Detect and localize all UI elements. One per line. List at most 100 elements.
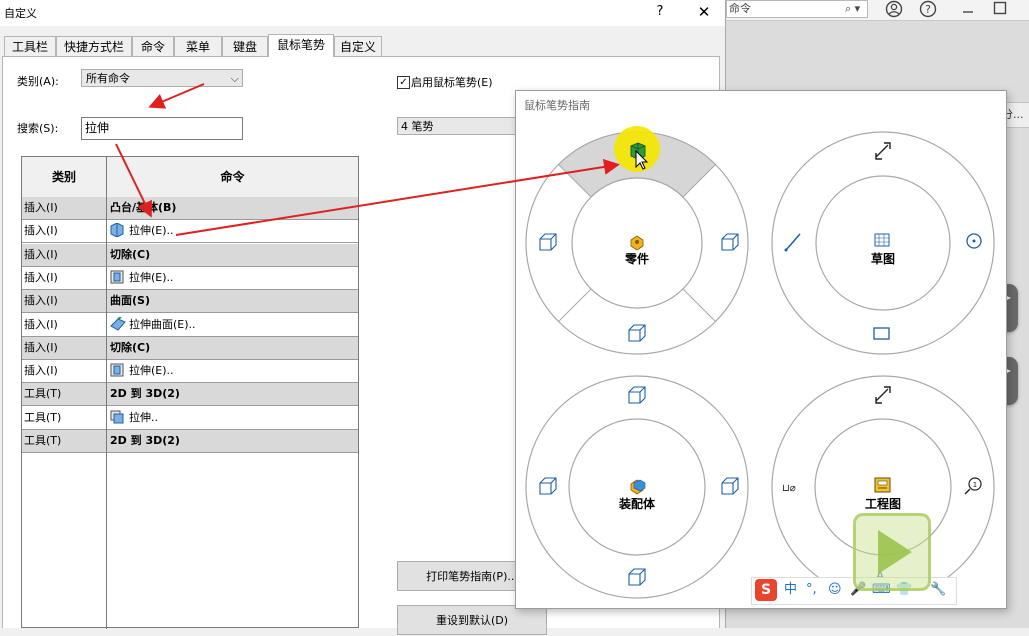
ime-emoji-icon[interactable]: ☺ bbox=[828, 580, 842, 600]
row-command-label: 凸台/基体(B) bbox=[110, 201, 177, 214]
row-command: 2D 到 3D(2) bbox=[110, 430, 180, 452]
maximize-icon[interactable] bbox=[990, 0, 1010, 18]
gesture-guide-title: 鼠标笔势指南 bbox=[524, 99, 590, 112]
row-category: 工具(T) bbox=[24, 410, 62, 424]
background-toolbar: 命令 ⌕ ▾ ? bbox=[726, 0, 1029, 21]
user-icon[interactable] bbox=[884, 0, 904, 18]
view-bottom-icon[interactable] bbox=[628, 568, 646, 586]
row-command: 曲面(S) bbox=[110, 290, 150, 312]
rectangle-icon[interactable] bbox=[873, 327, 890, 340]
tab-mouse-gestures[interactable]: 鼠标笔势 bbox=[268, 34, 334, 57]
extrude-boss-icon bbox=[110, 222, 124, 238]
row-command: 2D 到 3D(2) bbox=[110, 383, 180, 405]
part-wheel-label: 零件 bbox=[624, 251, 649, 266]
category-label: 类别(A): bbox=[17, 75, 59, 88]
video-play-button[interactable] bbox=[853, 513, 931, 591]
table-row[interactable]: 插入(I) 拉伸(E).. bbox=[22, 220, 358, 244]
command-table: 类别 命令 插入(I) 凸台/基体(B) 插入(I) 拉伸(E).. 插入(I) 切除(C… bbox=[21, 156, 359, 629]
drawing-icon bbox=[874, 477, 891, 493]
geometric-tolerance-icon[interactable]: ⊔⌀ bbox=[782, 483, 796, 494]
row-category: 插入(I) bbox=[24, 201, 58, 214]
background-search-input[interactable]: 命令 ⌕ ▾ bbox=[726, 0, 868, 18]
row-category: 插入(I) bbox=[24, 247, 58, 261]
help-circle-icon[interactable]: ? bbox=[918, 0, 938, 18]
sketch-extrude-icon bbox=[110, 410, 124, 424]
table-row[interactable]: 工具(T) 拉伸.. bbox=[22, 407, 358, 430]
sketch-wheel-label: 草图 bbox=[871, 251, 895, 266]
view-top-icon[interactable] bbox=[628, 386, 646, 404]
enable-gestures-label: 启用鼠标笔势(E) bbox=[411, 76, 493, 89]
drawing-wheel-label: 工程图 bbox=[865, 496, 901, 511]
tab-customization[interactable]: 自定义 bbox=[334, 36, 382, 56]
row-command-label: 拉伸(E).. bbox=[129, 364, 174, 378]
row-category: 插入(I) bbox=[24, 224, 58, 238]
table-row[interactable]: 插入(I) 切除(C) bbox=[22, 336, 358, 360]
gesture-guide-popup: 零件 草图 装配体 ⊔⌀ 工程图 1 A 鼠标笔势指南 bbox=[515, 90, 1007, 609]
row-command-label: 切除(C) bbox=[110, 247, 151, 261]
row-command: 凸台/基体(B) bbox=[110, 197, 176, 219]
tab-commands[interactable]: 命令 bbox=[132, 36, 174, 56]
chevron-down-icon: ⌵ bbox=[230, 72, 239, 85]
extrude-surface-icon bbox=[110, 315, 126, 331]
assembly-wheel-label: 装配体 bbox=[618, 496, 656, 511]
row-command: 拉伸曲面(E).. bbox=[110, 314, 196, 336]
row-command: 切除(C) bbox=[110, 337, 150, 359]
reset-default-button[interactable]: 重设到默认(D) bbox=[397, 605, 547, 635]
title-bar: 自定义 ? ✕ bbox=[0, 0, 725, 26]
row-category: 插入(I) bbox=[24, 270, 58, 284]
view-right-icon[interactable] bbox=[721, 233, 739, 251]
search-label: 搜索(S): bbox=[17, 122, 59, 135]
column-divider bbox=[106, 157, 107, 629]
view-left-icon[interactable] bbox=[539, 477, 557, 495]
column-header-category[interactable]: 类别 bbox=[22, 157, 106, 197]
sogou-logo[interactable]: S bbox=[755, 579, 777, 601]
row-command-label: 切除(C) bbox=[110, 340, 151, 354]
enable-gestures-checkbox[interactable]: ✓ bbox=[397, 76, 410, 89]
row-command-label: 2D 到 3D(2) bbox=[110, 387, 180, 401]
table-row[interactable]: 插入(I) 拉伸(E).. bbox=[22, 360, 358, 384]
view-left-icon[interactable] bbox=[539, 233, 557, 251]
play-icon bbox=[878, 530, 912, 574]
help-button[interactable]: ? bbox=[652, 2, 668, 22]
tab-keyboard[interactable]: 键盘 bbox=[222, 36, 268, 56]
table-row[interactable]: 工具(T) 2D 到 3D(2) bbox=[22, 383, 358, 407]
tab-menus[interactable]: 菜单 bbox=[174, 36, 222, 56]
row-command-label: 拉伸曲面(E).. bbox=[129, 317, 196, 331]
row-category: 插入(I) bbox=[24, 294, 58, 308]
gesture-count-select[interactable]: 4 笔势 bbox=[397, 117, 517, 135]
row-command: 拉伸(E).. bbox=[110, 360, 174, 382]
sketch-gesture-wheel[interactable] bbox=[771, 131, 995, 355]
svg-text:⊔⌀: ⊔⌀ bbox=[782, 483, 796, 494]
table-row[interactable]: 插入(I) 切除(C) bbox=[22, 243, 358, 267]
tab-toolbars[interactable]: 工具栏 bbox=[4, 36, 56, 56]
row-category: 插入(I) bbox=[24, 340, 58, 354]
search-icon[interactable]: ⌕ ▾ bbox=[845, 1, 860, 17]
tab-shortcut-bars[interactable]: 快捷方式栏 bbox=[56, 36, 132, 56]
row-command-label: 拉伸.. bbox=[129, 410, 158, 424]
row-command-label: 拉伸(E).. bbox=[129, 224, 174, 238]
table-row[interactable]: 插入(I) 拉伸(E).. bbox=[22, 267, 358, 290]
minimize-icon[interactable] bbox=[958, 0, 978, 18]
view-bottom-icon[interactable] bbox=[628, 324, 646, 342]
view-right-icon[interactable] bbox=[721, 477, 739, 495]
table-row[interactable]: 工具(T) 2D 到 3D(2) bbox=[22, 430, 358, 453]
row-command-label: 2D 到 3D(2) bbox=[110, 434, 180, 447]
extrude-cut-icon bbox=[110, 363, 124, 377]
close-button[interactable]: ✕ bbox=[695, 2, 713, 22]
category-select[interactable]: 所有命令 ⌵ bbox=[81, 69, 243, 87]
row-command-label: 拉伸(E).. bbox=[129, 270, 174, 284]
svg-text:1: 1 bbox=[973, 481, 977, 489]
row-category: 工具(T) bbox=[24, 434, 62, 447]
table-row[interactable]: 插入(I) 拉伸曲面(E).. bbox=[22, 314, 358, 337]
table-row[interactable]: 插入(I) 凸台/基体(B) bbox=[22, 197, 358, 220]
search-input[interactable]: 拉伸 bbox=[81, 117, 243, 140]
ime-chinese-mode[interactable]: 中 bbox=[784, 580, 797, 600]
category-value: 所有命令 bbox=[86, 72, 130, 85]
row-command: 拉伸(E).. bbox=[110, 267, 174, 289]
ime-punctuation-icon[interactable]: °, bbox=[806, 580, 817, 600]
ime-tools-icon[interactable]: 🔧 bbox=[930, 580, 946, 600]
column-header-command[interactable]: 命令 bbox=[107, 157, 358, 197]
row-command: 拉伸(E).. bbox=[110, 220, 174, 242]
table-row[interactable]: 插入(I) 曲面(S) bbox=[22, 290, 358, 314]
dialog-title: 自定义 bbox=[4, 7, 37, 20]
